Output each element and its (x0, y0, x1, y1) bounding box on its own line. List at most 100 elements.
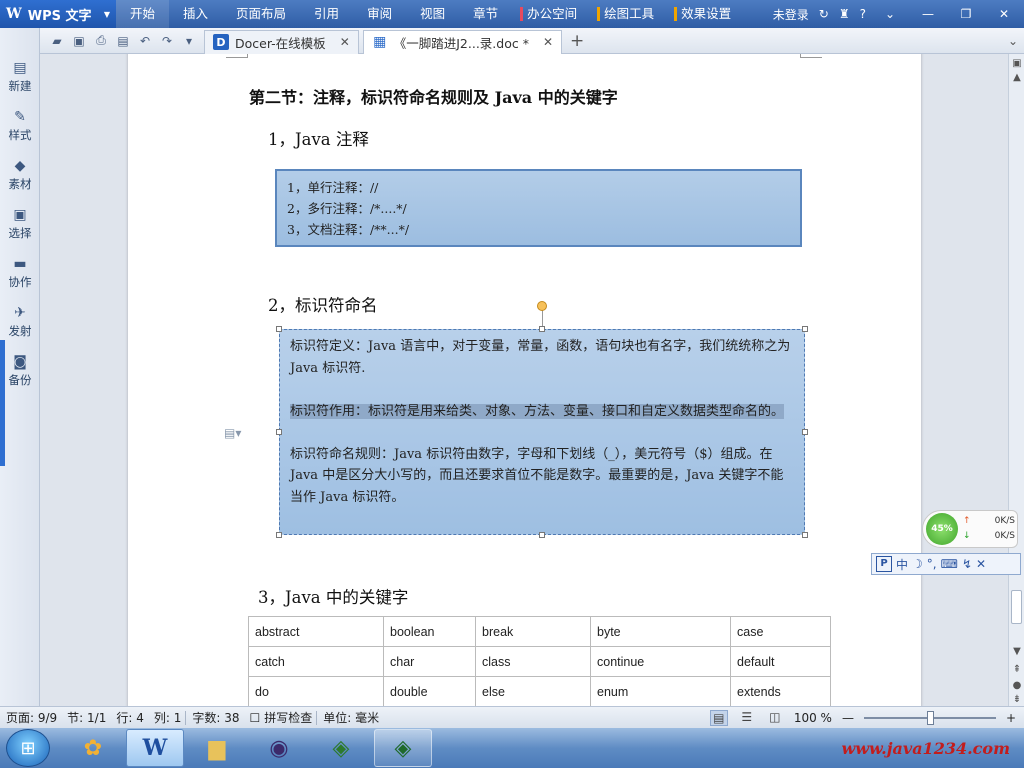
document-page[interactable]: 第二节：注释，标识符命名规则及 Java 中的关键字 1，Java 注释 1，单… (128, 54, 921, 706)
app-menu-button[interactable]: W WPS 文字 ▼ (0, 0, 116, 28)
scrollbar-thumb[interactable] (1011, 590, 1022, 624)
resize-handle[interactable] (802, 429, 808, 435)
table-cell: else (475, 676, 591, 706)
minimize-button[interactable]: — (914, 7, 942, 21)
tab-list-icon[interactable]: ⌄ (1008, 34, 1024, 48)
table-cell: extends (730, 676, 831, 706)
table-cell: boolean (383, 616, 476, 647)
rotation-handle[interactable] (537, 301, 547, 311)
menu-view[interactable]: 视图 (406, 0, 459, 28)
menu-page-layout[interactable]: 页面布局 (222, 0, 300, 28)
next-page-icon[interactable]: ⇟ (1009, 694, 1024, 705)
ime-toolbar[interactable]: P 中 ☽ °, ⌨ ↯ ✕ (871, 553, 1021, 575)
zoom-in-icon[interactable]: + (1006, 711, 1016, 725)
identifier-definition: 标识符定义：Java 语言中，对于变量，常量，函数，语句块也有名字，我们统统称之… (290, 339, 791, 376)
taskbar-app-media[interactable]: ✿ (64, 729, 122, 767)
web-view-icon[interactable]: ◫ (766, 710, 784, 726)
sidebar-item-new[interactable]: ▤ 新建 (0, 60, 40, 94)
status-bar: 页面: 9/9 节: 1/1 行: 4 列: 1 字数: 38 ☐ 拼写检查 单… (0, 706, 1024, 728)
help-button[interactable]: ? (860, 7, 866, 21)
menu-chapter[interactable]: 章节 (459, 0, 512, 28)
punctuation-icon[interactable]: °, (927, 557, 937, 571)
status-page[interactable]: 页面: 9/9 (0, 709, 61, 726)
taskbar-app-recorder-active[interactable]: ◈ (374, 729, 432, 767)
close-button[interactable]: ✕ (990, 7, 1018, 21)
sidebar-item-send[interactable]: ✈ 发射 (0, 305, 40, 339)
close-tab-icon[interactable]: ✕ (340, 35, 350, 49)
zoom-slider[interactable] (863, 710, 996, 726)
collapse-icon[interactable]: ⌄ (876, 7, 904, 21)
zoom-out-icon[interactable]: — (842, 711, 854, 725)
undo-icon[interactable]: ↶ (136, 32, 154, 50)
status-spell-check[interactable]: 拼写检查 (264, 709, 316, 726)
resize-handle[interactable] (276, 532, 282, 538)
taskbar-app-wps[interactable]: W (126, 729, 184, 767)
sidebar-item-material[interactable]: ◆ 素材 (0, 158, 40, 192)
scroll-top-icon[interactable]: ▣ (1009, 58, 1024, 69)
menu-drawing-tools[interactable]: 绘图工具 (600, 0, 666, 28)
resize-handle[interactable] (276, 429, 282, 435)
net-speed-widget[interactable]: 45% ↑ 0K/S ↓ 0K/S (922, 510, 1018, 548)
sidebar-item-backup[interactable]: ◙ 备份 (0, 354, 40, 388)
scroll-down-arrow-icon[interactable]: ▼ (1009, 646, 1024, 657)
status-column[interactable]: 列: 1 (148, 709, 186, 726)
status-unit[interactable]: 单位: 毫米 (317, 709, 383, 726)
menu-review[interactable]: 审阅 (353, 0, 406, 28)
settings-arrow-icon[interactable]: ↯ (962, 557, 972, 571)
resize-handle[interactable] (802, 326, 808, 332)
menu-references[interactable]: 引用 (300, 0, 353, 28)
status-word-count[interactable]: 字数: 38 (186, 709, 243, 726)
sidebar-item-style[interactable]: ✎ 样式 (0, 109, 40, 143)
sidebar-item-label: 选择 (8, 226, 32, 240)
menu-home[interactable]: 开始 (116, 0, 170, 28)
document-canvas[interactable]: 第二节：注释，标识符命名规则及 Java 中的关键字 1，Java 注释 1，单… (40, 54, 1008, 706)
tab-document[interactable]: ▦ 《一脚踏进J2...录.doc * ✕ (362, 29, 563, 54)
login-status[interactable]: 未登录 (773, 6, 809, 23)
resize-handle[interactable] (802, 532, 808, 538)
tab-docer[interactable]: D Docer-在线模板 ✕ (204, 29, 359, 54)
ime-logo-icon[interactable]: P (876, 556, 892, 572)
print-icon[interactable]: ⎙ (92, 32, 110, 50)
print-preview-icon[interactable]: ▤ (114, 32, 132, 50)
resize-handle[interactable] (276, 326, 282, 332)
checkbox-icon[interactable]: ☐ (243, 711, 264, 725)
taskbar-app-recorder[interactable]: ◈ (312, 729, 370, 767)
page-view-icon[interactable]: ▤ (709, 709, 728, 726)
paragraph-layout-icon[interactable]: ▤▾ (224, 426, 241, 440)
tab-label: Docer-在线模板 (235, 35, 326, 51)
taskbar-app-explorer[interactable]: ▆ (188, 729, 246, 767)
zoom-slider-knob[interactable] (926, 710, 934, 725)
sidebar-item-collab[interactable]: ▬ 协作 (0, 256, 40, 290)
resize-handle[interactable] (539, 532, 545, 538)
save-icon[interactable]: ▣ (70, 32, 88, 50)
status-section[interactable]: 节: 1/1 (61, 709, 110, 726)
quick-access-dropdown-icon[interactable]: ▾ (180, 32, 198, 50)
resize-handle[interactable] (539, 326, 545, 332)
menu-insert[interactable]: 插入 (169, 0, 222, 28)
sidebar-item-select[interactable]: ▣ 选择 (0, 207, 40, 241)
vertical-scrollbar[interactable]: ▣ ▲ ▼ ⇞ ● ⇟ (1008, 54, 1024, 706)
prev-page-icon[interactable]: ⇞ (1009, 664, 1024, 675)
moon-icon[interactable]: ☽ (912, 557, 923, 571)
outline-view-icon[interactable]: ☰ (738, 710, 756, 726)
taskbar-app-eclipse[interactable]: ◉ (250, 729, 308, 767)
redo-icon[interactable]: ↷ (158, 32, 176, 50)
identifier-text-box[interactable]: 标识符定义：Java 语言中，对于变量，常量，函数，语句块也有名字，我们统统称之… (279, 329, 805, 535)
keyboard-icon[interactable]: ⌨ (941, 557, 958, 571)
status-line[interactable]: 行: 4 (110, 709, 148, 726)
comments-text-box[interactable]: 1，单行注释：// 2，多行注释：/*....*/ 3，文档注释：/**...*… (275, 169, 802, 247)
new-tab-button[interactable]: + (570, 31, 584, 51)
menu-office-space[interactable]: 办公空间 (523, 0, 589, 28)
zoom-level[interactable]: 100 % (794, 711, 832, 725)
select-browse-object-icon[interactable]: ● (1009, 680, 1024, 691)
start-button[interactable]: ⊞ (6, 729, 50, 767)
wrench-icon[interactable]: ✕ (976, 557, 986, 571)
scroll-up-arrow-icon[interactable]: ▲ (1009, 72, 1024, 83)
skin-icon[interactable]: ♜ (839, 7, 850, 21)
open-folder-icon[interactable]: ▰ (48, 32, 66, 50)
restore-button[interactable]: ❐ (952, 7, 980, 21)
sync-icon[interactable]: ↻ (819, 7, 829, 21)
close-tab-icon[interactable]: ✕ (543, 35, 553, 49)
menu-effect-settings[interactable]: 效果设置 (677, 0, 743, 28)
ime-mode-toggle[interactable]: 中 (896, 556, 908, 573)
